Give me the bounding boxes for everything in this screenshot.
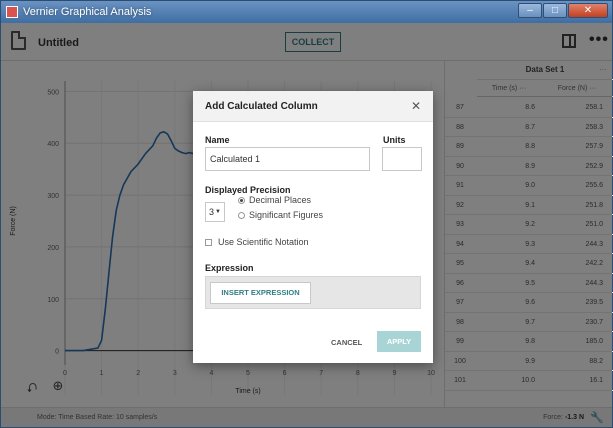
expression-box: INSERT EXPRESSION: [205, 276, 421, 309]
title-bar[interactable]: Vernier Graphical Analysis – □ ✕: [1, 1, 612, 23]
app-icon: [6, 6, 18, 18]
significant-figures-label[interactable]: Significant Figures: [249, 210, 323, 220]
decimal-places-radio[interactable]: [238, 197, 245, 204]
scientific-notation-checkbox[interactable]: [205, 239, 212, 246]
name-label: Name: [205, 135, 230, 145]
dialog-header: Add Calculated Column ✕: [193, 91, 433, 122]
precision-value: 3: [209, 207, 215, 217]
maximize-button[interactable]: □: [543, 3, 567, 18]
window-controls: – □ ✕: [518, 3, 608, 18]
insert-expression-button[interactable]: INSERT EXPRESSION: [210, 282, 311, 304]
dialog-title: Add Calculated Column: [205, 101, 318, 112]
units-label: Units: [383, 135, 406, 145]
minimize-button[interactable]: –: [518, 3, 542, 18]
expression-label: Expression: [205, 263, 254, 273]
add-calculated-column-dialog: Add Calculated Column ✕ Name Units Calcu…: [193, 91, 433, 363]
chevron-down-icon: ▼: [215, 209, 221, 215]
apply-button[interactable]: APPLY: [377, 331, 421, 352]
cancel-button[interactable]: CANCEL: [331, 338, 362, 347]
precision-select[interactable]: 3 ▼: [205, 202, 225, 222]
window-title: Vernier Graphical Analysis: [23, 6, 152, 18]
scientific-notation-label[interactable]: Use Scientific Notation: [218, 237, 309, 247]
decimal-places-label[interactable]: Decimal Places: [249, 195, 311, 205]
close-window-button[interactable]: ✕: [568, 3, 608, 18]
name-input[interactable]: Calculated 1: [205, 147, 370, 171]
units-input[interactable]: [382, 147, 422, 171]
precision-label: Displayed Precision: [205, 185, 291, 195]
app-window: Vernier Graphical Analysis – □ ✕ Untitle…: [0, 0, 613, 428]
significant-figures-radio[interactable]: [238, 212, 245, 219]
close-icon[interactable]: ✕: [411, 99, 421, 113]
